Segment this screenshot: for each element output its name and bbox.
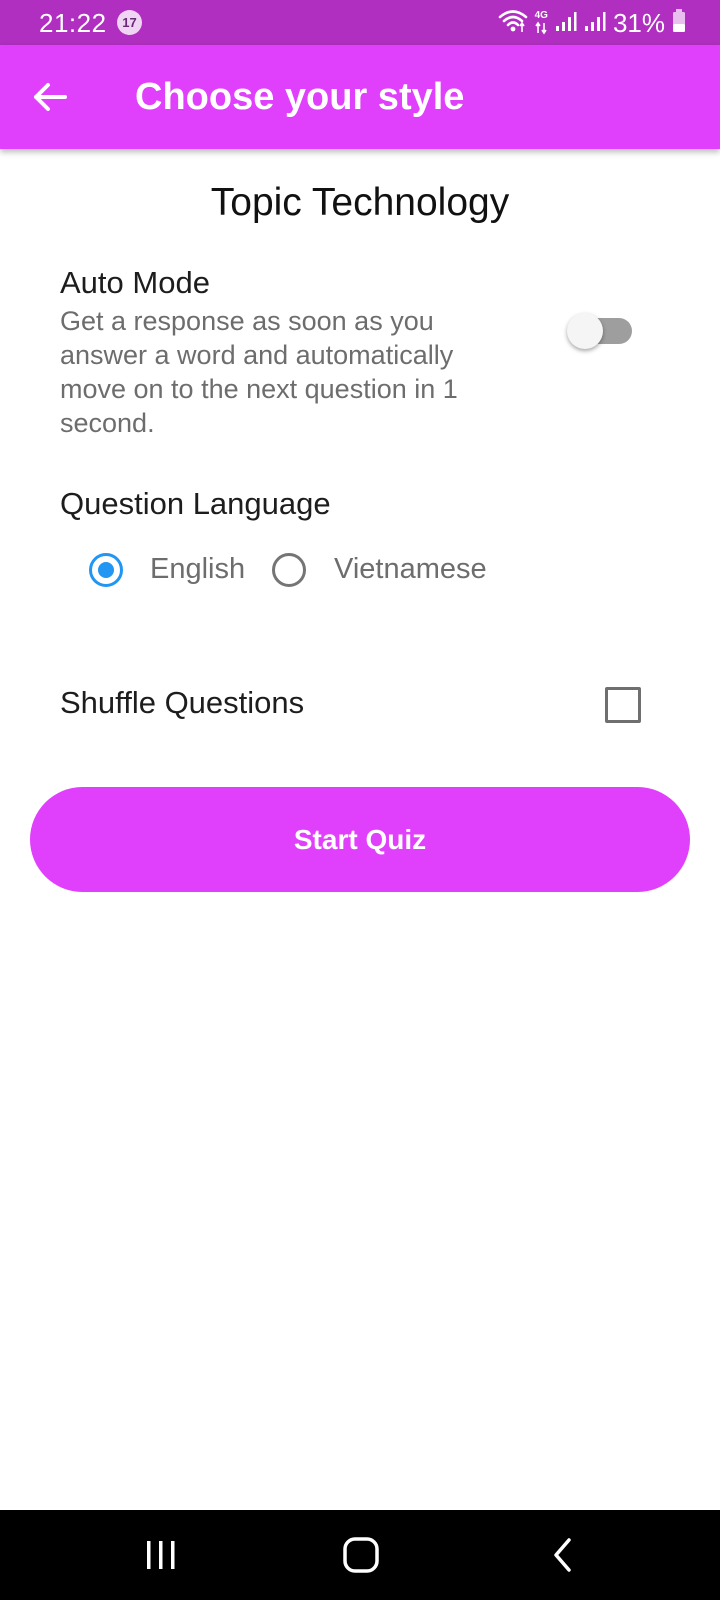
wifi-icon <box>498 8 528 39</box>
auto-mode-title: Auto Mode <box>60 265 210 300</box>
radio-selected-dot <box>98 562 114 578</box>
radio-english[interactable] <box>89 553 123 587</box>
radio-label-english[interactable]: English <box>150 551 245 587</box>
arrow-left-icon <box>34 83 67 111</box>
shuffle-questions-title: Shuffle Questions <box>60 685 305 720</box>
network-type-label: 4G <box>534 10 548 21</box>
status-time: 21:22 <box>39 8 107 38</box>
recent-apps-button[interactable] <box>131 1530 191 1580</box>
network-type: 4G <box>535 11 548 35</box>
back-button[interactable] <box>20 67 80 127</box>
app-bar: Choose your style <box>0 45 720 149</box>
shuffle-questions-checkbox[interactable] <box>605 687 641 723</box>
home-icon <box>343 1537 379 1573</box>
switch-thumb <box>567 313 603 349</box>
auto-mode-description: Get a response as soon as you answer a w… <box>60 306 458 438</box>
system-nav-bar <box>0 1510 720 1600</box>
topic-title: Topic Technology <box>210 181 510 224</box>
signal-icon <box>584 10 606 37</box>
battery-icon <box>672 8 686 38</box>
radio-vietnamese[interactable] <box>272 553 306 587</box>
recent-apps-icon <box>147 1541 175 1569</box>
question-language-title: Question Language <box>60 486 331 521</box>
auto-mode-switch[interactable] <box>566 306 638 349</box>
status-bar: 21:22 17 4G 31% <box>0 0 720 45</box>
system-back-button[interactable] <box>533 1530 593 1580</box>
status-icons: 4G 31% <box>498 6 686 40</box>
page-title: Choose your style <box>135 76 465 118</box>
signal-icon <box>555 10 577 37</box>
radio-label-vietnamese[interactable]: Vietnamese <box>334 551 487 587</box>
notification-badge: 17 <box>117 10 142 35</box>
start-quiz-button[interactable]: Start Quiz <box>30 787 690 892</box>
home-button[interactable] <box>331 1530 391 1580</box>
battery-percent: 31% <box>612 8 665 38</box>
data-arrows-icon <box>535 21 547 35</box>
back-icon <box>554 1538 571 1572</box>
radio-outer <box>272 553 306 587</box>
